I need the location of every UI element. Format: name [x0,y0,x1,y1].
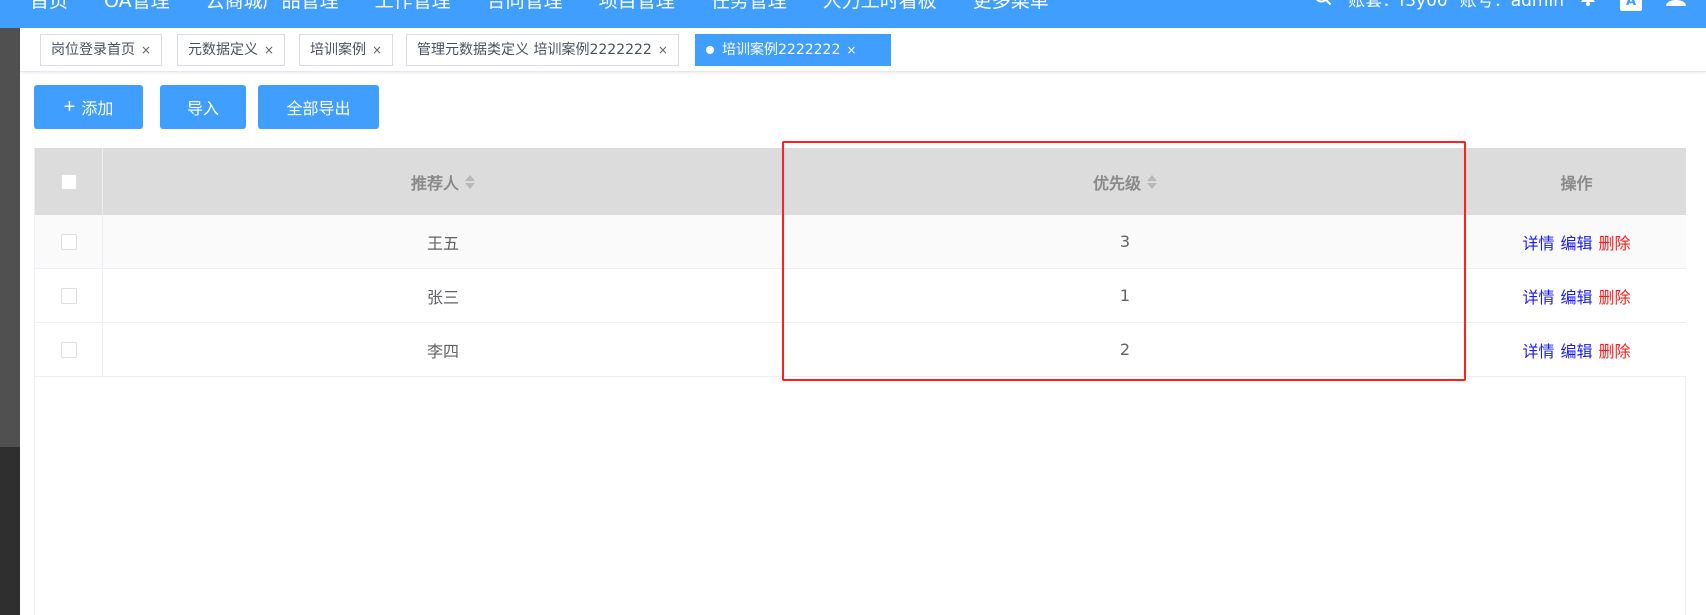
sort-icon[interactable] [465,174,475,189]
cell-recommender: 李四 [426,341,459,361]
tag-post-login-home[interactable]: 岗位登录首页 × [40,34,163,66]
plus-icon: + [63,96,76,118]
detail-link[interactable]: 详情 [1522,230,1554,254]
topbar-right: 账套：f3y00 账号：admin A [1304,0,1706,16]
tag-label: 岗位登录首页 [51,42,135,58]
user-avatar-icon[interactable] [1666,0,1696,16]
header-select-cell [35,148,103,215]
sidebar-footer [0,447,20,615]
sort-icon[interactable] [1147,174,1157,189]
detail-link[interactable]: 详情 [1522,338,1554,362]
column-header-actions: 操作 [1467,148,1686,215]
active-dot-icon [706,46,714,54]
delete-link[interactable]: 删除 [1599,338,1631,362]
close-icon[interactable]: × [846,35,856,65]
close-icon[interactable]: × [264,35,274,65]
main-nav: 首页 OA管理 云商城产品管理 工作管理 合同管理 项目管理 任务管理 人力工时… [0,0,1055,16]
row-select-cell [35,323,103,376]
edit-link[interactable]: 编辑 [1560,284,1592,308]
account-set-label: 账套：f3y00 [1348,0,1448,11]
add-button[interactable]: + 添加 [34,85,143,129]
tag-training-case[interactable]: 培训案例 × [299,34,394,66]
row-select-cell [35,215,103,268]
select-all-checkbox[interactable] [60,173,77,190]
close-icon[interactable]: × [372,35,382,65]
nav-item-hr-dashboard[interactable]: 人力工时看板 [823,0,937,16]
tag-label: 管理元数据类定义 培训案例2222222 [417,42,652,58]
cell-priority: 2 [1119,340,1131,359]
cell-priority: 3 [1119,232,1131,251]
account-label: 账号：admin [1459,0,1564,11]
tag-label: 元数据定义 [188,42,258,58]
column-header-label: 操作 [1560,173,1593,193]
data-table: 推荐人 优先级 操作 王五 3 详情 编辑 删除 张三 1 详情 编辑 删除 李… [34,148,1686,615]
nav-item-project[interactable]: 项目管理 [599,0,675,16]
tag-label: 培训案例 [310,42,366,58]
column-header-label: 推荐人 [410,173,459,193]
table-row: 王五 3 详情 编辑 删除 [35,215,1686,269]
nav-item-work[interactable]: 工作管理 [375,0,451,16]
column-header-recommender[interactable]: 推荐人 [103,148,783,215]
cell-recommender: 王五 [426,233,459,253]
close-icon[interactable]: × [658,35,668,65]
table-header: 推荐人 优先级 操作 [35,148,1686,215]
detail-link[interactable]: 详情 [1522,284,1554,308]
cell-priority: 1 [1119,286,1131,305]
table-row: 张三 1 详情 编辑 删除 [35,269,1686,323]
nav-item-home[interactable]: 首页 [30,0,68,16]
nav-item-task[interactable]: 任务管理 [711,0,787,16]
nav-item-contract[interactable]: 合同管理 [487,0,563,16]
column-header-label: 优先级 [1092,173,1141,193]
tags-view: 岗位登录首页 × 元数据定义 × 培训案例 × 管理元数据类定义 培训案例222… [20,28,1706,72]
row-select-cell [35,269,103,322]
edit-link[interactable]: 编辑 [1560,230,1592,254]
cell-actions: 详情 编辑 删除 [1467,269,1686,322]
search-icon[interactable] [1314,0,1332,16]
tag-manage-metadata-class[interactable]: 管理元数据类定义 培训案例2222222 × [406,34,679,66]
add-button-label: 添加 [81,101,114,118]
nav-item-cloud-mall[interactable]: 云商城产品管理 [206,0,339,16]
delete-link[interactable]: 删除 [1599,230,1631,254]
table-row: 李四 2 详情 编辑 删除 [35,323,1686,377]
nav-item-oa[interactable]: OA管理 [104,0,170,16]
edit-link[interactable]: 编辑 [1560,338,1592,362]
cell-actions: 详情 编辑 删除 [1467,215,1686,268]
tag-training-case-2222222[interactable]: 培训案例2222222 × [695,34,891,66]
tag-label: 培训案例2222222 [722,42,841,58]
cell-recommender: 张三 [426,287,459,307]
import-button[interactable]: 导入 [160,85,246,129]
cell-actions: 详情 编辑 删除 [1467,323,1686,376]
row-checkbox[interactable] [60,287,77,304]
tag-metadata-definition[interactable]: 元数据定义 × [177,34,286,66]
bell-icon[interactable] [1580,0,1596,16]
language-icon[interactable]: A [1620,0,1642,11]
top-navbar: 首页 OA管理 云商城产品管理 工作管理 合同管理 项目管理 任务管理 人力工时… [0,0,1706,28]
column-header-priority[interactable]: 优先级 [783,148,1467,215]
nav-item-more[interactable]: 更多菜单 [973,0,1049,16]
main-content: 岗位登录首页 × 元数据定义 × 培训案例 × 管理元数据类定义 培训案例222… [20,28,1706,615]
delete-link[interactable]: 删除 [1599,284,1631,308]
row-checkbox[interactable] [60,233,77,250]
row-checkbox[interactable] [60,341,77,358]
close-icon[interactable]: × [141,35,151,65]
export-all-button[interactable]: 全部导出 [258,85,379,129]
